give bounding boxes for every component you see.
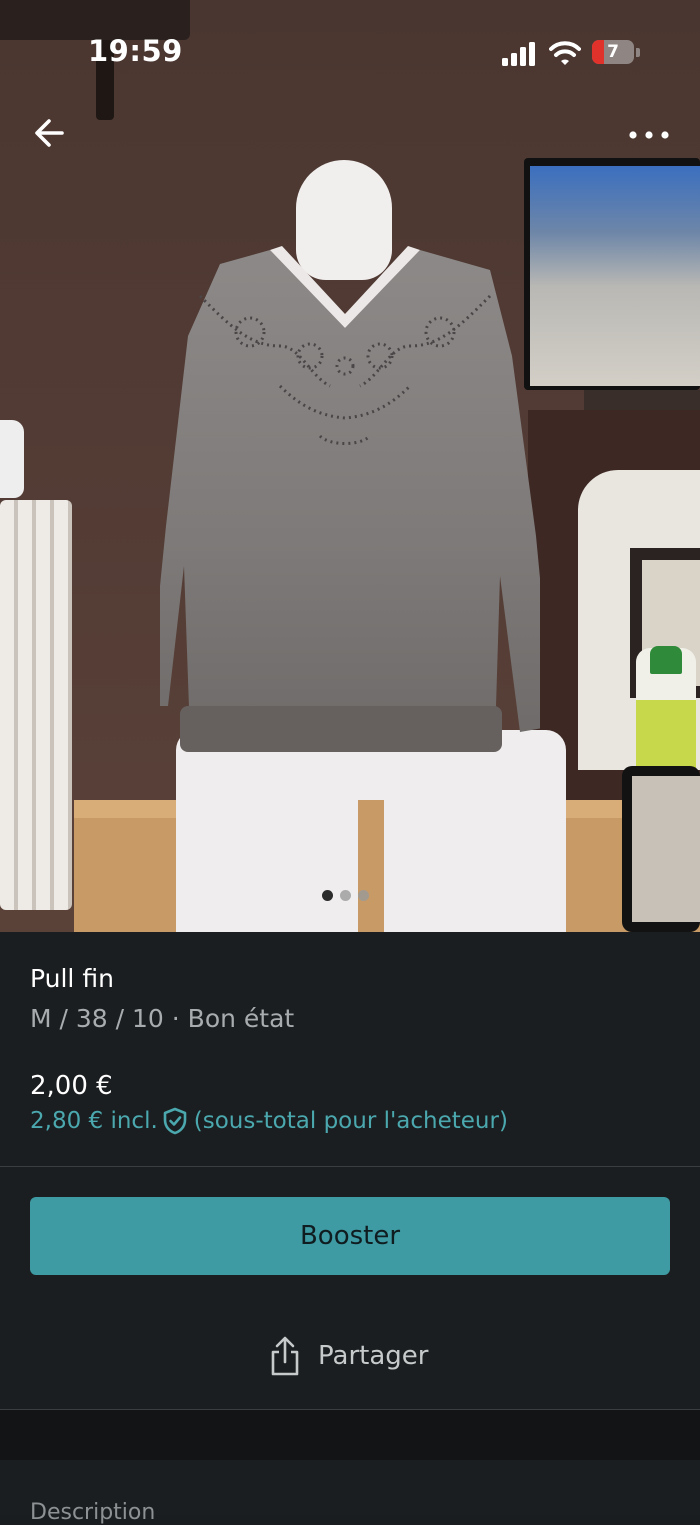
tv-stand — [584, 390, 700, 410]
share-button[interactable]: Partager — [268, 1334, 428, 1378]
arrow-left-icon[interactable] — [28, 110, 74, 156]
item-title: Pull fin — [30, 964, 114, 993]
radiator — [0, 500, 72, 910]
share-icon — [271, 1336, 299, 1376]
description-heading: Description — [30, 1500, 156, 1525]
signal-icon — [502, 42, 535, 66]
status-time: 19:59 — [88, 34, 183, 68]
wifi-icon — [549, 41, 581, 65]
share-label: Partager — [318, 1341, 429, 1371]
buyer-price-row[interactable]: 2,80 € incl. (sous-total pour l'acheteur… — [30, 1107, 508, 1135]
shield-check-icon — [163, 1107, 187, 1135]
section-separator — [0, 1410, 700, 1460]
mannequin-leg-gap — [358, 800, 384, 932]
grey-sweater-image — [160, 246, 540, 752]
gallery-pagination — [322, 890, 369, 901]
gallery-dot — [340, 890, 351, 901]
bottle-cap — [650, 646, 682, 674]
buyer-price: 2,80 € incl. — [30, 1108, 158, 1134]
item-price: 2,00 € — [30, 1071, 113, 1101]
item-details: M / 38 / 10 · Bon état — [30, 1004, 295, 1033]
battery-icon: 7 — [592, 40, 634, 64]
buyer-price-note: (sous-total pour l'acheteur) — [193, 1108, 508, 1134]
television-screen — [530, 166, 700, 386]
gallery-dot — [358, 890, 369, 901]
battery-tip — [636, 48, 640, 57]
booster-button[interactable]: Booster — [30, 1197, 670, 1275]
divider — [0, 1166, 700, 1167]
sneaker — [0, 420, 24, 498]
more-horizontal-icon[interactable] — [622, 116, 676, 152]
tablet-screen — [632, 776, 700, 922]
gallery-dot-active — [322, 890, 333, 901]
product-photo[interactable] — [0, 0, 700, 932]
battery-level: 7 — [607, 42, 619, 62]
